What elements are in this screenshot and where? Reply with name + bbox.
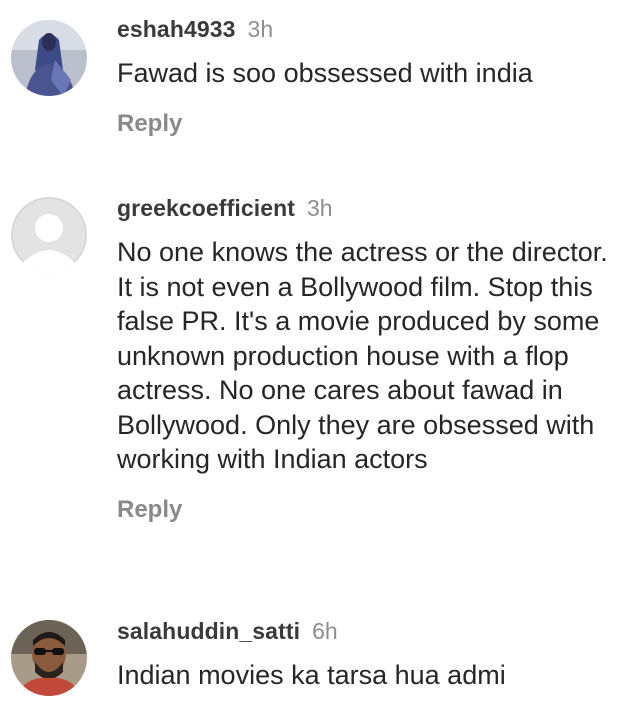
comment-body: greekcoefficient 3h No one knows the act…: [117, 193, 612, 525]
reply-button[interactable]: Reply: [117, 109, 612, 139]
comment-body: eshah4933 3h Fawad is soo obssessed with…: [117, 14, 612, 139]
comment-text: Fawad is soo obssessed with india: [117, 58, 533, 88]
comment-body: salahuddin_satti 6h Indian movies ka tar…: [117, 616, 612, 693]
comment-meta: salahuddin_satti 6h: [117, 616, 612, 646]
timestamp: 3h: [247, 16, 274, 42]
timestamp: 3h: [307, 195, 333, 221]
reply-button[interactable]: Reply: [117, 495, 612, 525]
profile-photo-icon: [11, 20, 87, 96]
username-link[interactable]: salahuddin_satti: [117, 616, 300, 646]
avatar[interactable]: [11, 197, 87, 273]
avatar[interactable]: [11, 620, 87, 696]
username-link[interactable]: greekcoefficient: [117, 193, 295, 223]
avatar[interactable]: [11, 20, 87, 96]
comment-meta: eshah4933 3h: [117, 14, 612, 44]
username-link[interactable]: eshah4933: [117, 14, 236, 44]
timestamp: 6h: [312, 618, 338, 644]
profile-photo-icon: [11, 620, 87, 696]
default-avatar-icon: [11, 197, 87, 273]
comment-text: No one knows the actress or the director…: [117, 237, 608, 474]
comment-meta: greekcoefficient 3h: [117, 193, 612, 223]
comment-text: Indian movies ka tarsa hua admi: [117, 660, 506, 690]
